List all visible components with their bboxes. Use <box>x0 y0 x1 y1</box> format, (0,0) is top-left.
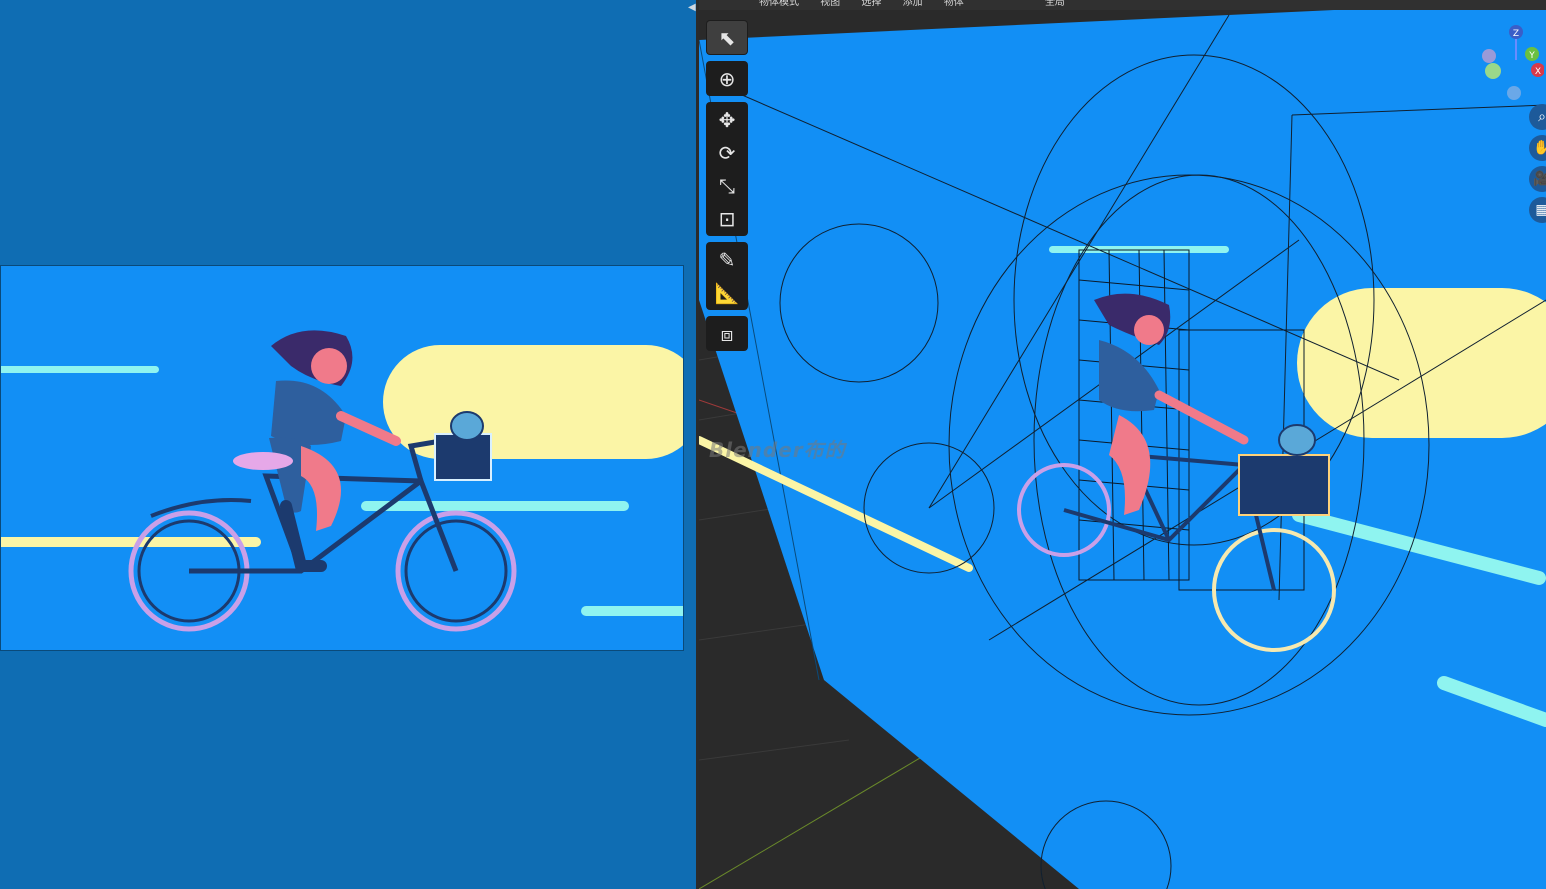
cyan-stripe <box>361 501 629 511</box>
scale-tool-icon[interactable]: ⤡ <box>707 169 747 202</box>
measure-tool-icon[interactable]: 📐 <box>707 276 747 309</box>
select-box-tool-icon[interactable]: ⬉ <box>707 21 747 54</box>
zoom-icon[interactable]: ⌕ <box>1529 104 1546 130</box>
collapse-arrow-icon[interactable]: ◀ <box>688 2 696 13</box>
viewport-header: 物体模式 视图 选择 添加 物体 全局 <box>699 0 1546 10</box>
move-tool-icon[interactable]: ✥ <box>707 103 747 136</box>
tool-group-add: ⧈ <box>706 316 748 351</box>
gizmo-x-label: X <box>1535 67 1541 77</box>
gizmo-y-label: Y <box>1528 51 1535 61</box>
camera-view-icon[interactable]: 🎥 <box>1529 166 1546 192</box>
tool-group-transform: ✥ ⟳ ⤡ ⊡ <box>706 102 748 236</box>
add-cube-tool-icon[interactable]: ⧈ <box>707 317 747 350</box>
gizmo-z-label: Z <box>1513 29 1519 39</box>
illustration <box>1 330 683 632</box>
cream-cloud-shape <box>1297 288 1546 438</box>
rider <box>233 330 401 572</box>
gizmo-neg-x-icon[interactable] <box>1485 63 1501 79</box>
cyan-stripe <box>1 366 159 373</box>
transform-tool-icon[interactable]: ⊡ <box>707 202 747 235</box>
menu-view[interactable]: 视图 <box>820 0 840 8</box>
3d-viewport[interactable]: 物体模式 视图 选择 添加 物体 全局 ⬉ ⊕ ✥ ⟳ ⤡ ⊡ ✎ 📐 ⧈ Bl… <box>699 0 1546 889</box>
menu-object[interactable]: 物体 <box>944 0 964 8</box>
rotate-tool-icon[interactable]: ⟳ <box>707 136 747 169</box>
octopus-3d <box>1278 424 1316 456</box>
render-preview-pane <box>0 0 696 889</box>
orientation-dropdown[interactable]: 全局 <box>1045 0 1065 8</box>
cream-stripe <box>1 537 261 547</box>
menu-add[interactable]: 添加 <box>903 0 923 8</box>
object-mode-dropdown[interactable]: 物体模式 <box>759 0 799 8</box>
gizmo-neg-z-icon[interactable] <box>1507 86 1521 100</box>
pan-hand-icon[interactable]: ✋ <box>1529 135 1546 161</box>
basket <box>434 433 492 481</box>
navigation-gizmo[interactable]: Z Y X <box>1474 20 1544 110</box>
cyan-stripe <box>581 606 683 616</box>
tool-group-select: ⬉ <box>706 20 748 55</box>
annotate-tool-icon[interactable]: ✎ <box>707 243 747 276</box>
tool-shelf: ⬉ ⊕ ✥ ⟳ ⤡ ⊡ ✎ 📐 ⧈ <box>706 20 748 357</box>
cursor-tool-icon[interactable]: ⊕ <box>707 62 747 95</box>
camera-frame <box>0 265 684 651</box>
gizmo-neg-y-icon[interactable] <box>1482 49 1496 63</box>
view-nav-buttons: ⌕ ✋ 🎥 ▦ <box>1529 104 1546 228</box>
menu-select[interactable]: 选择 <box>861 0 881 8</box>
tool-group-cursor: ⊕ <box>706 61 748 96</box>
ortho-grid-icon[interactable]: ▦ <box>1529 197 1546 223</box>
octopus <box>450 411 484 441</box>
basket-3d <box>1238 454 1330 516</box>
tool-group-annotate: ✎ 📐 <box>706 242 748 310</box>
watermark: Blender布的 <box>709 438 846 462</box>
